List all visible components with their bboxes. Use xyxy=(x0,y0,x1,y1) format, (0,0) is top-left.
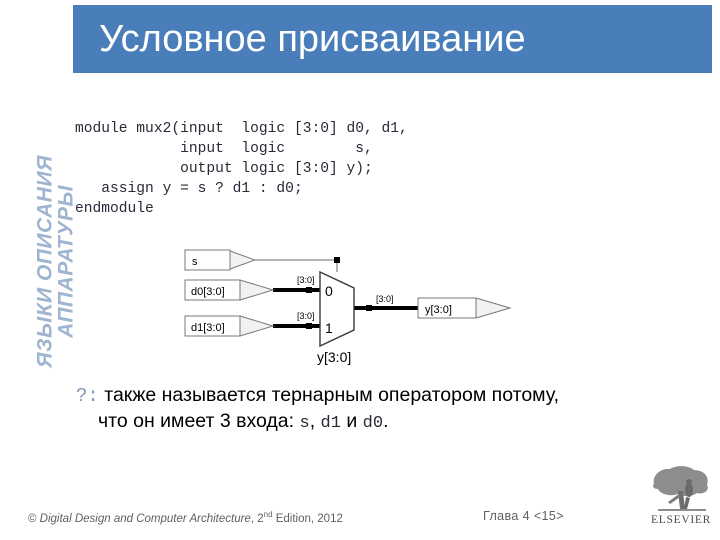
input-pin-d1-label: d1[3:0] xyxy=(191,322,225,334)
mux-body: 0 1 xyxy=(319,270,355,348)
input-pin-s-label: s xyxy=(192,256,198,268)
mux-port-0-label: 0 xyxy=(325,283,333,299)
elsevier-tree-logo: ELSEVIER xyxy=(648,464,714,532)
mux-port-1-label: 1 xyxy=(325,320,333,336)
bullet-paragraph: ?: также называется тернарным оператором… xyxy=(76,383,702,436)
mux-caption: y[3:0] xyxy=(317,349,351,365)
bullet-line-1: также называется тернарным оператором по… xyxy=(98,384,560,406)
bullet-line-2-prefix: что он имеет 3 входа: xyxy=(98,410,300,432)
junction-dot-d1 xyxy=(306,323,312,329)
input-pin-d0: d0[3:0] xyxy=(184,279,275,301)
bullet-line-2: что он имеет 3 входа: s, d1 и d0. xyxy=(98,409,702,436)
edition-year: Edition, 2012 xyxy=(272,512,343,525)
edition-ordinal: nd xyxy=(263,510,273,519)
circuit-diagram: s d0[3:0] d1[3:0] [3:0] [3:0] [3:0] 0 1 … xyxy=(180,240,540,365)
signal-d1: d1 xyxy=(320,414,341,433)
signal-d0: d0 xyxy=(362,414,384,433)
elsevier-wordmark: ELSEVIER xyxy=(651,514,711,526)
edition-prefix: , 2 xyxy=(250,512,264,525)
ternary-operator-marker: ?: xyxy=(76,385,99,407)
footer-copyright: © Digital Design and Computer Architectu… xyxy=(28,510,343,525)
input-pin-s: s xyxy=(184,249,257,271)
input-pin-d0-label: d0[3:0] xyxy=(191,286,225,298)
bus-label-d0: [3:0] xyxy=(297,275,315,285)
slide-canvas: Условное присваивание ЯЗЫКИ ОПИСАНИЯ АПП… xyxy=(0,0,720,540)
output-pin-y: y[3:0] xyxy=(417,297,512,319)
slide-title-bar: Условное присваивание xyxy=(73,5,712,73)
page-title: Условное присваивание xyxy=(99,18,526,60)
elsevier-tree-graphic xyxy=(653,466,708,511)
copyright-symbol: © xyxy=(28,512,40,525)
signal-s: s xyxy=(299,414,310,433)
mux-schematic-svg: s d0[3:0] d1[3:0] [3:0] [3:0] [3:0] 0 1 … xyxy=(184,249,512,365)
code-block: module mux2(input logic [3:0] d0, d1, in… xyxy=(75,120,408,217)
bullet-period: . xyxy=(383,410,389,432)
junction-dot-y xyxy=(366,305,372,311)
footer-chapter-number: Глава 4 <15> xyxy=(483,509,564,523)
bus-label-y: [3:0] xyxy=(376,294,394,304)
bullet-and: и xyxy=(340,410,363,432)
book-title: Digital Design and Computer Architecture xyxy=(39,512,251,525)
junction-dot-d0 xyxy=(306,287,312,293)
junction-dot-s xyxy=(334,257,340,263)
input-pin-d1: d1[3:0] xyxy=(184,315,275,337)
output-pin-y-label: y[3:0] xyxy=(425,304,452,316)
bus-label-d1: [3:0] xyxy=(297,311,315,321)
section-label-vertical: ЯЗЫКИ ОПИСАНИЯ АППАРАТУРЫ xyxy=(33,155,78,368)
bullet-sep: , xyxy=(309,410,321,432)
wire-s xyxy=(255,259,338,272)
